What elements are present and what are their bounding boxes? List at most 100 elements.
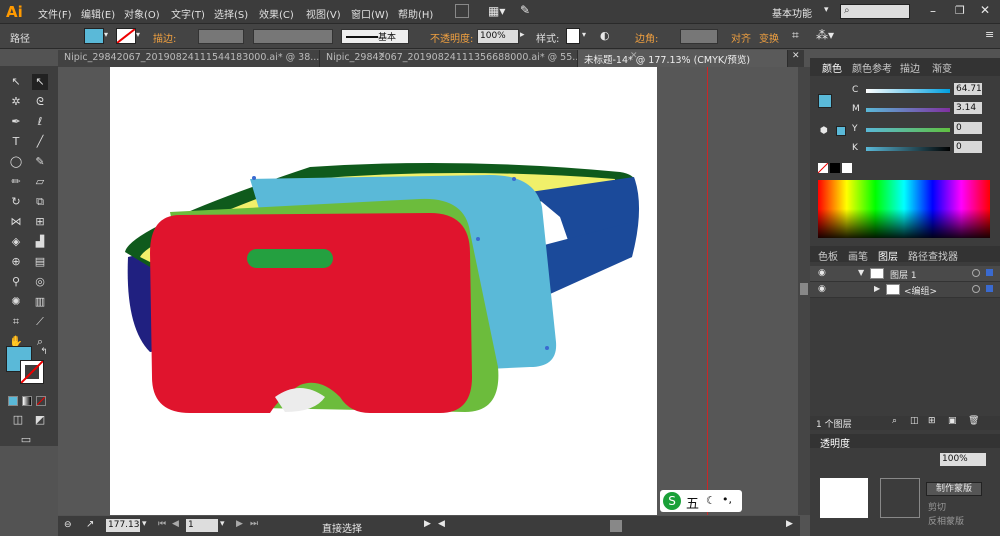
new-layer-icon[interactable]: ▣	[948, 416, 957, 426]
zoom-down-icon[interactable]: ⊖	[64, 520, 72, 530]
menu-help[interactable]: 帮助(H)	[398, 6, 433, 21]
transform-link[interactable]: 变换	[759, 30, 779, 45]
color-mode-icon[interactable]	[8, 396, 18, 406]
channel-m-slider[interactable]	[866, 108, 950, 112]
stroke-swatch[interactable]	[20, 360, 44, 384]
close-tab-icon[interactable]: ✕	[630, 51, 638, 61]
arrange-documents-icon[interactable]: ▦▾	[488, 4, 505, 18]
invert-mask-checkbox-label[interactable]: 反相蒙版	[928, 514, 964, 527]
color-spectrum[interactable]	[818, 180, 990, 238]
zoom-input[interactable]: 177.13	[106, 519, 140, 532]
menu-file[interactable]: 文件(F)	[38, 6, 72, 21]
eyedropper-icon[interactable]: ⚲	[8, 274, 24, 290]
artboard-number-input[interactable]: 1	[186, 519, 218, 532]
target-icon[interactable]	[972, 285, 980, 293]
expand-triangle-icon[interactable]: ▶	[874, 284, 880, 293]
chevron-down-icon[interactable]: ▾	[136, 30, 140, 39]
tab-stroke[interactable]: 描边	[900, 60, 920, 75]
anchor-point[interactable]	[252, 176, 256, 180]
ellipse-tool-icon[interactable]: ◯	[8, 154, 24, 170]
transparency-opacity-input[interactable]: 100%	[940, 453, 986, 466]
shape-builder-icon[interactable]: ◈	[8, 234, 24, 250]
tab-color[interactable]: 颜色	[822, 60, 842, 75]
white-swatch[interactable]	[842, 163, 852, 173]
chevron-down-icon[interactable]: ▾	[824, 5, 829, 15]
pencil-icon[interactable]: ✏	[8, 174, 24, 190]
minimize-icon[interactable]: –	[930, 4, 936, 18]
black-swatch[interactable]	[830, 163, 840, 173]
anchor-point[interactable]	[476, 237, 480, 241]
layer-row[interactable]: ◉ ▼ 图层 1	[810, 266, 1000, 282]
last-artboard-icon[interactable]: ⏭	[250, 519, 258, 529]
menu-effect[interactable]: 效果(C)	[259, 6, 294, 21]
tab-swatches[interactable]: 色板	[818, 248, 838, 263]
chevron-down-icon[interactable]: ▾	[104, 30, 108, 39]
chevron-down-icon[interactable]: ▾	[220, 519, 225, 529]
color-fill-swatch[interactable]	[818, 94, 832, 108]
symbol-sprayer-icon[interactable]: ✺	[8, 294, 24, 310]
channel-k-input[interactable]: 0	[954, 141, 982, 153]
sensor-slot[interactable]	[247, 249, 333, 268]
channel-y-input[interactable]: 0	[954, 122, 982, 134]
tab-pathfinder[interactable]: 路径查找器	[908, 248, 958, 263]
close-icon[interactable]: ✕	[980, 3, 990, 17]
eye-icon[interactable]: ◉	[818, 284, 826, 294]
scroll-right-icon[interactable]: ▶	[786, 519, 793, 529]
color-small-swatch[interactable]	[836, 126, 846, 136]
stroke-weight-input[interactable]	[198, 29, 244, 44]
menu-window[interactable]: 窗口(W)	[351, 6, 389, 21]
chevron-down-icon[interactable]: ▾	[142, 519, 147, 529]
magic-wand-icon[interactable]: ✲	[8, 94, 24, 110]
corner-radius-input[interactable]	[680, 29, 718, 44]
chevron-right-icon[interactable]: ▸	[520, 30, 525, 40]
select-similar-icon[interactable]: ⁂▾	[816, 28, 834, 42]
menu-object[interactable]: 对象(O)	[124, 6, 160, 21]
gpu-performance-icon[interactable]: ✎	[520, 3, 530, 17]
share-icon[interactable]: ↗	[86, 519, 94, 530]
menu-select[interactable]: 选择(S)	[214, 6, 248, 21]
make-mask-button[interactable]: 制作蒙版	[926, 482, 982, 496]
channel-c-slider[interactable]	[866, 89, 950, 93]
status-menu-icon[interactable]: ▶	[424, 519, 431, 529]
draw-behind-icon[interactable]: ◩	[32, 412, 48, 428]
gradient-mode-icon[interactable]	[22, 396, 32, 406]
direct-selection-tool-icon[interactable]: ↖	[32, 74, 48, 90]
panel-menu-icon[interactable]: ≡	[985, 28, 994, 41]
selection-indicator[interactable]	[986, 269, 993, 276]
menu-text[interactable]: 文字(T)	[171, 6, 205, 21]
sublayer-row[interactable]: ◉ ▶ <编组>	[810, 282, 1000, 298]
search-input[interactable]: ⌕	[840, 4, 910, 19]
new-sublayer-icon[interactable]: ⊞	[928, 416, 936, 426]
none-mode-icon[interactable]	[36, 396, 46, 406]
gradient-tool-icon[interactable]: ▤	[32, 254, 48, 270]
prev-artboard-icon[interactable]: ◀	[172, 519, 179, 529]
close-tab-icon[interactable]: ✕	[378, 51, 386, 61]
anchor-point[interactable]	[512, 177, 516, 181]
recolor-artwork-icon[interactable]: ◐	[600, 29, 610, 42]
close-tab-icon[interactable]: ✕	[792, 51, 800, 61]
scroll-thumb[interactable]	[800, 283, 808, 295]
perspective-grid-icon[interactable]: ▟	[32, 234, 48, 250]
first-artboard-icon[interactable]: ⏮	[158, 519, 166, 529]
blend-tool-icon[interactable]: ◎	[32, 274, 48, 290]
graphic-style-swatch[interactable]	[566, 28, 580, 44]
scroll-left-icon[interactable]: ◀	[438, 519, 445, 529]
paintbrush-icon[interactable]: ✎	[32, 154, 48, 170]
channel-m-input[interactable]: 3.14	[954, 102, 982, 114]
selection-indicator[interactable]	[986, 285, 993, 292]
tab-document-3[interactable]: 未标题-14* @ 177.13% (CMYK/预览)	[578, 50, 788, 67]
tab-color-guide[interactable]: 颜色参考	[852, 60, 892, 75]
channel-y-slider[interactable]	[866, 128, 950, 132]
vr-goggles-artwork[interactable]	[110, 67, 657, 515]
menu-view[interactable]: 视图(V)	[306, 6, 341, 21]
tab-brushes[interactable]: 画笔	[848, 248, 868, 263]
workspace-switcher[interactable]: 基本功能	[772, 5, 812, 20]
chevron-down-icon[interactable]: ▾	[582, 30, 586, 39]
clipping-mask-icon[interactable]: ◫	[910, 416, 919, 426]
eye-icon[interactable]: ◉	[818, 268, 826, 278]
fill-color-swatch[interactable]	[84, 28, 104, 44]
tab-transparency[interactable]: 透明度	[820, 435, 850, 450]
width-tool-icon[interactable]: ⋈	[8, 214, 24, 230]
channel-c-input[interactable]: 64.71	[954, 83, 982, 95]
selection-tool-icon[interactable]: ↖	[8, 74, 24, 90]
